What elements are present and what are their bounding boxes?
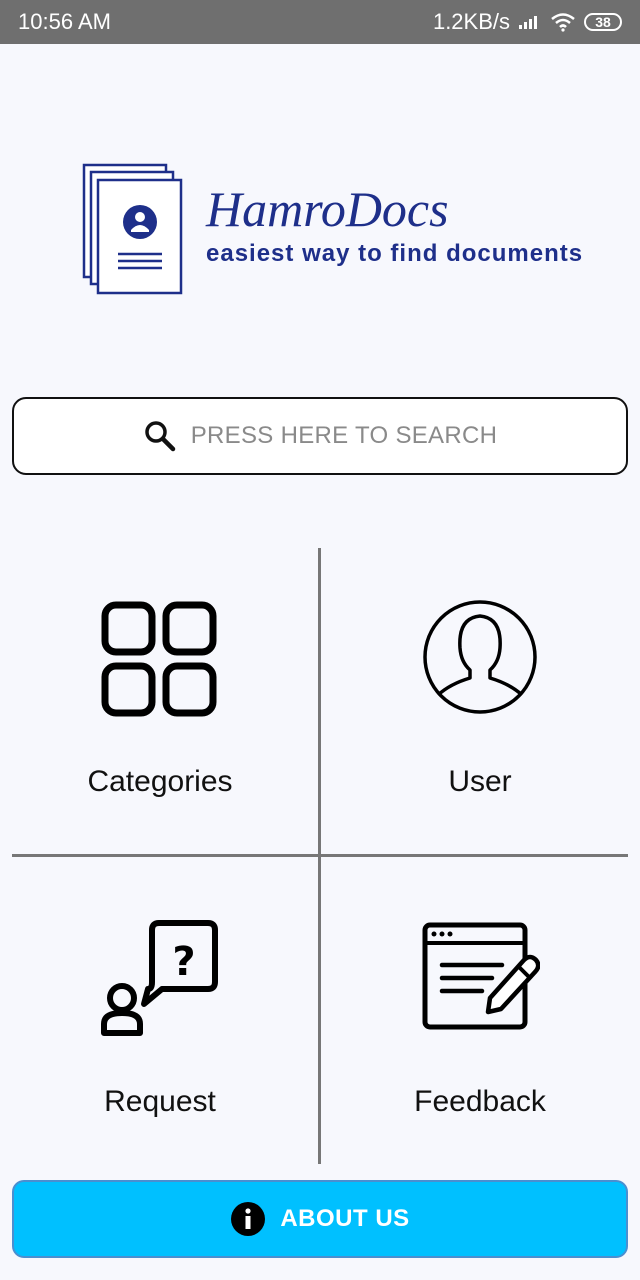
status-icons: 1.2KB/s 38 [433,9,622,35]
request-label: Request [104,1085,216,1118]
battery-icon: 38 [584,13,622,31]
app-title: HamroDocs [206,181,449,237]
app-tagline: easiest way to find documents [206,240,584,267]
status-bar: 10:56 AM 1.2KB/s 38 [0,0,640,44]
svg-text:?: ? [172,939,195,985]
search-bar[interactable]: PRESS HERE TO SEARCH [12,397,628,475]
network-speed: 1.2KB/s [432,9,510,34]
info-icon [231,1202,266,1236]
request-tile[interactable]: ? Request [10,880,310,1170]
about-us-button[interactable]: ABOUT US [12,1180,628,1258]
document-stack-icon [82,163,183,295]
feedback-label: Feedback [414,1085,546,1118]
search-icon [144,421,175,452]
about-us-label: ABOUT US [280,1205,410,1232]
feedback-tile[interactable]: Feedback [330,880,630,1170]
user-label: User [448,765,512,798]
categories-tile[interactable]: Categories [10,560,310,850]
grid-icon [101,601,217,717]
question-bubble-icon: ? [101,920,218,1036]
user-tile[interactable]: User [330,560,630,850]
search-placeholder: PRESS HERE TO SEARCH [190,422,498,449]
user-icon [423,600,537,714]
grid-divider-horizontal [12,854,628,857]
feedback-edit-icon [422,922,540,1030]
app-logo: HamroDocs easiest way to find documents [80,160,620,300]
status-time: 10:56 AM [18,9,111,34]
signal-icon [519,16,537,29]
categories-label: Categories [87,765,233,798]
wifi-icon [551,13,575,32]
